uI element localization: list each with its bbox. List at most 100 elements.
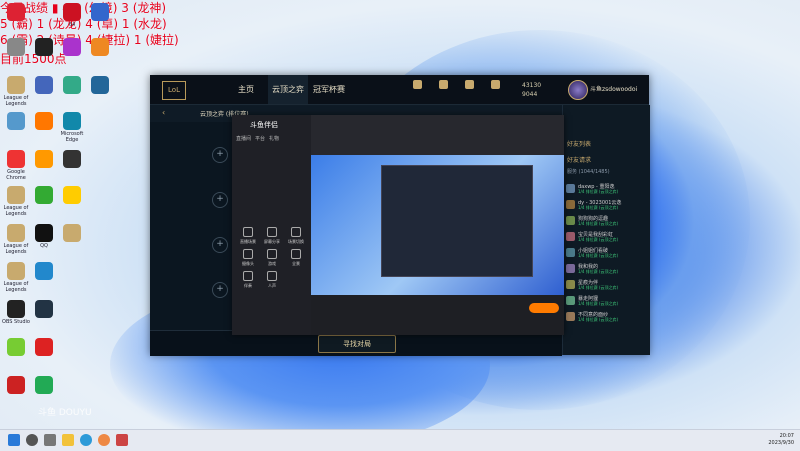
nav-cup[interactable]: 冠军杯赛 <box>313 75 345 104</box>
tool-icon <box>267 271 277 281</box>
desktop-icon[interactable]: Microsoft Edge <box>58 112 86 143</box>
nav-home[interactable]: 主页 <box>238 75 254 104</box>
desktop-icon[interactable]: Google Chrome <box>2 150 30 181</box>
desktop-icon[interactable]: League of Legends <box>2 186 30 217</box>
friends-group[interactable]: 好友请求 <box>567 155 591 164</box>
desktop-icon[interactable]: OBS Studio <box>2 300 30 331</box>
chrome-icon[interactable] <box>98 434 110 446</box>
desktop-icon[interactable] <box>2 376 30 407</box>
desktop-icon[interactable] <box>30 150 58 181</box>
douyu-tag[interactable]: 礼物 <box>269 136 279 142</box>
desktop-icon-label <box>86 22 114 34</box>
icon-10 <box>63 76 81 94</box>
friend-avatar <box>566 200 575 209</box>
client-topbar: LoL 主页 云顶之弈 冠军杯赛 43130 9044 斗鱼zsdowoodoi <box>150 75 649 105</box>
desktop-icon[interactable] <box>30 376 58 407</box>
douyu-tag[interactable]: 平台 <box>255 136 265 142</box>
tool-label: 伴奏 <box>244 283 252 288</box>
friend-item[interactable]: 宝贝是我刮彩虹 1/4 排位赛 (云顶之弈) <box>566 231 648 243</box>
friends-count: 服务 (1044/1485) <box>567 169 610 175</box>
search-icon[interactable] <box>26 434 38 446</box>
profile-icon[interactable] <box>406 80 428 91</box>
edge-icon[interactable] <box>80 434 92 446</box>
desktop-icon[interactable] <box>58 150 86 181</box>
desktop-icon[interactable] <box>2 38 30 69</box>
loot-icon[interactable] <box>458 80 480 91</box>
desktop-icon[interactable] <box>30 186 58 217</box>
friend-item[interactable]: 我和我的 1/4 排位赛 (云顶之弈) <box>566 263 648 275</box>
tool-label: 游戏 <box>268 261 276 266</box>
friend-status: 1/4 排位赛 (云顶之弈) <box>578 221 619 226</box>
douyu-tool-button[interactable]: 伴奏 <box>236 269 260 291</box>
riot-points: 9044 <box>522 91 538 98</box>
desktop-icon[interactable] <box>30 338 58 369</box>
store-icon[interactable] <box>484 80 506 91</box>
desktop-icon[interactable] <box>86 38 114 69</box>
friend-item[interactable]: 星痕为伴 1/4 排位赛 (云顶之弈) <box>566 279 648 291</box>
friend-item[interactable]: dy - 3023001云逸 1/4 排位赛 (云顶之弈) <box>566 199 648 211</box>
desktop-icon[interactable] <box>58 186 86 217</box>
desktop-icon[interactable] <box>58 38 86 69</box>
desktop-icon[interactable]: 64 <box>58 3 86 34</box>
desktop-icon[interactable] <box>58 224 86 255</box>
douyu-sidebar: 斗鱼伴侣 直播间 平台 礼物 直播场景 屏幕分享 场景切换 摄像头 游戏 全景 伴奏 人声 <box>232 115 311 335</box>
invite-slot[interactable]: + <box>212 282 228 298</box>
desktop-icon[interactable] <box>86 3 114 34</box>
desktop-icon-label <box>58 95 86 107</box>
time: 20:07 <box>779 433 794 439</box>
desktop-icon[interactable] <box>86 76 114 107</box>
desktop-icon[interactable] <box>58 76 86 107</box>
tool-label: 摄像头 <box>242 261 254 266</box>
desktop-icon[interactable] <box>2 338 30 369</box>
desktop-icon[interactable]: League of Legends <box>2 76 30 107</box>
douyu-tool-button[interactable]: 游戏 <box>260 247 284 269</box>
douyu-tag[interactable]: 直播间 <box>236 136 251 142</box>
desktop-icon[interactable] <box>2 112 30 143</box>
app-icon[interactable] <box>116 434 128 446</box>
friend-item[interactable]: 暴走阿狸 1/4 排位赛 (云顶之弈) <box>566 295 648 307</box>
desktop-icon[interactable]: QQ <box>30 224 58 255</box>
find-match-button[interactable]: 寻找对局 <box>318 335 396 353</box>
invite-slot[interactable]: + <box>212 192 228 208</box>
icon-18 <box>7 186 25 204</box>
friend-item[interactable]: 不同意的面纱 1/4 排位赛 (云顶之弈) <box>566 311 648 323</box>
douyu-tool-button[interactable]: 屏幕分享 <box>260 225 284 247</box>
avatar[interactable] <box>568 80 588 100</box>
icon-31 <box>35 376 53 394</box>
clock[interactable]: 20:07 2023/9/30 <box>768 433 794 447</box>
icon-15 <box>7 150 25 168</box>
start-live-button[interactable] <box>529 303 559 313</box>
invite-slot[interactable]: + <box>212 147 228 163</box>
friend-item[interactable]: daxwp - 重阳逸 1/4 排位赛 (云顶之弈) <box>566 183 648 195</box>
friends-panel: 好友列表 好友请求 服务 (1044/1485) daxwp - 重阳逸 1/4 … <box>562 105 650 355</box>
task-view-icon[interactable] <box>44 434 56 446</box>
douyu-tool-button[interactable]: 直播场景 <box>236 225 260 247</box>
nav-tft[interactable]: 云顶之弈 <box>268 75 308 104</box>
icon-24 <box>7 262 25 280</box>
icon-28 <box>7 338 25 356</box>
back-arrow-icon[interactable]: ‹ <box>162 108 165 117</box>
icon-1 <box>7 3 25 21</box>
douyu-tool-button[interactable]: 人声 <box>260 269 284 291</box>
friend-avatar <box>566 184 575 193</box>
douyu-tool-button[interactable]: 全景 <box>284 247 308 269</box>
desktop-icon[interactable] <box>30 262 58 293</box>
desktop-icon[interactable] <box>30 38 58 69</box>
friend-item[interactable]: 小姐姐们看破 1/4 排位赛 (云顶之弈) <box>566 247 648 259</box>
explorer-icon[interactable] <box>62 434 74 446</box>
invite-slot[interactable]: + <box>212 237 228 253</box>
friend-item[interactable]: 狗狗狗的逗趣 1/4 排位赛 (云顶之弈) <box>566 215 648 227</box>
tool-icon <box>267 227 277 237</box>
tool-label: 屏幕分享 <box>264 239 280 244</box>
douyu-tool-button[interactable]: 摄像头 <box>236 247 260 269</box>
desktop-icon[interactable]: League of Legends <box>2 262 30 293</box>
windows-start-icon[interactable] <box>8 434 20 446</box>
desktop-icon[interactable] <box>30 300 58 331</box>
desktop-icon[interactable] <box>2 3 30 34</box>
friend-avatar <box>566 312 575 321</box>
desktop-icon[interactable] <box>30 112 58 143</box>
desktop-icon[interactable]: League of Legends <box>2 224 30 255</box>
douyu-tool-button[interactable]: 场景切换 <box>284 225 308 247</box>
collection-icon[interactable] <box>432 80 454 91</box>
desktop-icon[interactable] <box>30 76 58 107</box>
